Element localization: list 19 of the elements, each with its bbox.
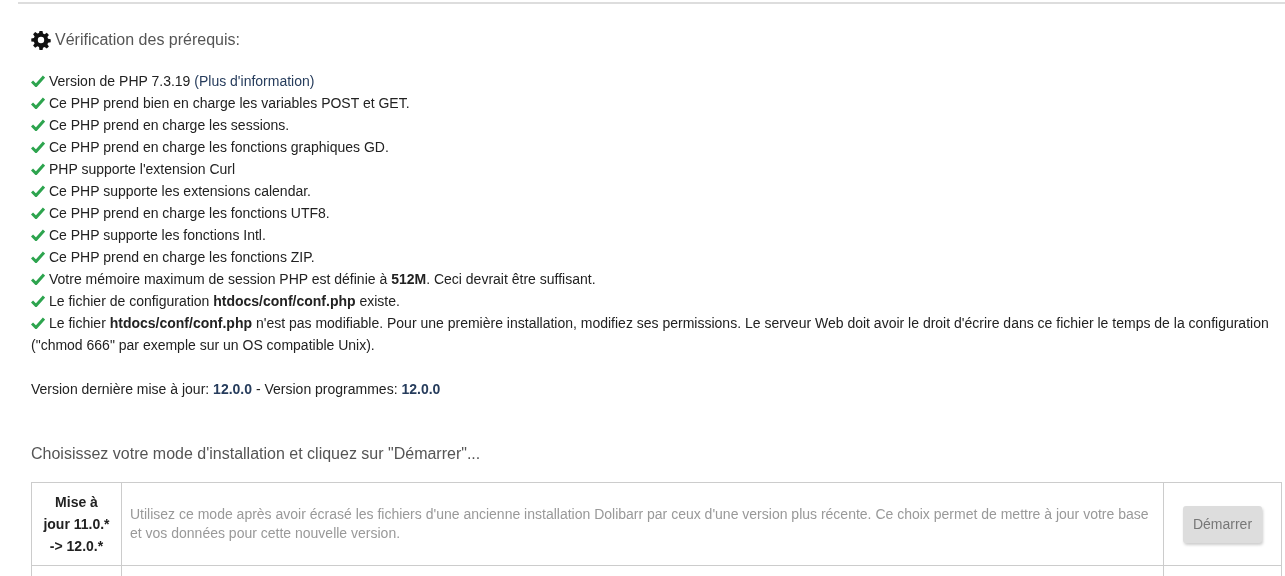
check-item: Ce PHP prend bien en charge les variables POST et GET. xyxy=(31,92,1282,114)
check-item: Ce PHP supporte les extensions calendar. xyxy=(31,180,1282,202)
check-item: Version de PHP 7.3.19 (Plus d'information) xyxy=(31,70,1282,92)
check-item: Ce PHP prend en charge les fonctions ZIP. xyxy=(31,246,1282,268)
check-item: Ce PHP prend en charge les sessions. xyxy=(31,114,1282,136)
mode-name: Mise à jour 11.0.* -> 12.0.* xyxy=(42,493,111,556)
check-item: Ce PHP prend en charge les fonctions graphiques GD. xyxy=(31,136,1282,158)
check-item: PHP supporte l'extension Curl xyxy=(31,158,1282,180)
info-link[interactable]: (Plus d'information) xyxy=(194,73,315,89)
gear-icon xyxy=(31,30,51,50)
check-item: Le fichier htdocs/conf/conf.php n'est pas modifiable. Pour une première installation, modifiez ses permissions. Le serveur Web doit avoir le droit d'écrire dans ce fichier le temps de la configuration ("chmod 666" par exemple sur un OS compatible Unix). xyxy=(31,314,1270,355)
mode-description: Utilisez ce mode après avoir écrasé les fichiers d'une ancienne installation Dolibarr par ceux d'une version plus récente. Ce choix permet de mettre à jour votre base et vos données pour cette nouvelle version. xyxy=(130,505,1150,543)
install-prompt: Choisissez votre mode d'installation et cliquez sur "Démarrer"... xyxy=(31,444,482,464)
check-item: Le fichier de configuration htdocs/conf/conf.php existe. xyxy=(31,290,1282,312)
check-item: Ce PHP supporte les fonctions Intl. xyxy=(31,224,1282,246)
check-item: Ce PHP prend en charge les fonctions UTF8. xyxy=(31,202,1282,224)
check-item: Votre mémoire maximum de session PHP est définie à 512M. Ceci devrait être suffisant. xyxy=(31,268,1282,290)
section-title: Vérification des prérequis: xyxy=(55,30,240,50)
version-text: Version dernière mise à jour: 12.0.0 - Version programmes: 12.0.0 xyxy=(31,380,442,399)
